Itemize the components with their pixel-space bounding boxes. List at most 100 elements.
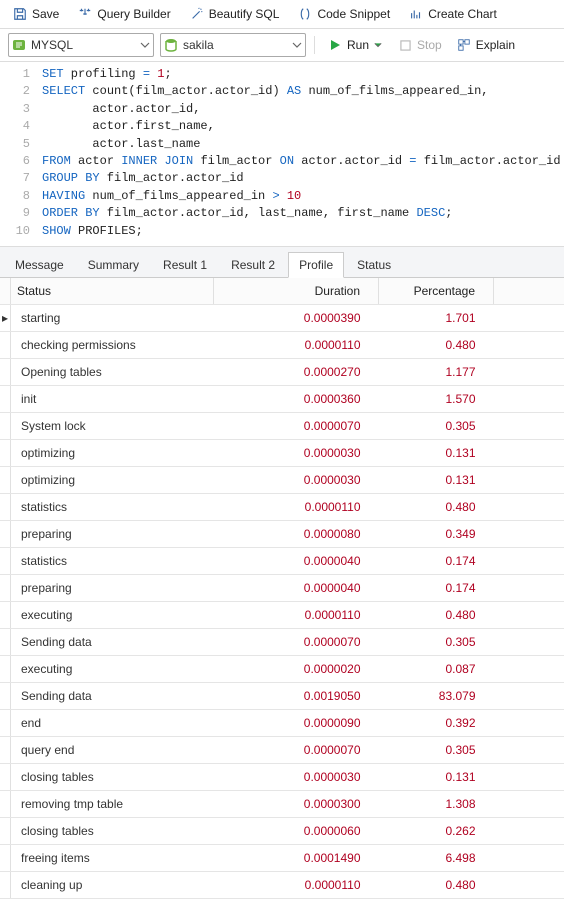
row-selector[interactable]: ▸: [0, 304, 11, 331]
row-selector[interactable]: [0, 628, 11, 655]
cell-status: closing tables: [11, 817, 214, 844]
connection-value: MYSQL: [29, 38, 137, 52]
table-row[interactable]: preparing0.00000800.349: [0, 520, 564, 547]
row-selector[interactable]: [0, 574, 11, 601]
col-percentage[interactable]: Percentage: [379, 278, 494, 305]
cell-percentage: 0.174: [379, 574, 494, 601]
table-row[interactable]: statistics0.00001100.480: [0, 493, 564, 520]
table-row[interactable]: optimizing0.00000300.131: [0, 439, 564, 466]
cell-status: System lock: [11, 412, 214, 439]
row-selector[interactable]: [0, 736, 11, 763]
row-selector[interactable]: [0, 439, 11, 466]
database-select[interactable]: sakila: [160, 33, 306, 57]
col-duration[interactable]: Duration: [214, 278, 379, 305]
row-selector[interactable]: [0, 817, 11, 844]
row-selector[interactable]: [0, 763, 11, 790]
table-row[interactable]: statistics0.00000400.174: [0, 547, 564, 574]
table-row[interactable]: executing0.00000200.087: [0, 655, 564, 682]
create-chart-button[interactable]: Create Chart: [404, 4, 501, 24]
row-selector[interactable]: [0, 385, 11, 412]
tab-profile[interactable]: Profile: [288, 252, 344, 278]
save-button[interactable]: Save: [8, 4, 63, 24]
chevron-down-icon: [289, 40, 305, 50]
row-selector[interactable]: [0, 601, 11, 628]
table-row[interactable]: query end0.00000700.305: [0, 736, 564, 763]
cell-percentage: 83.079: [379, 682, 494, 709]
row-selector[interactable]: [0, 331, 11, 358]
tab-result-1[interactable]: Result 1: [152, 252, 218, 277]
explain-button[interactable]: Explain: [452, 35, 519, 55]
code-token: actor: [71, 154, 121, 168]
table-row[interactable]: optimizing0.00000300.131: [0, 466, 564, 493]
table-row[interactable]: preparing0.00000400.174: [0, 574, 564, 601]
row-selector[interactable]: [0, 412, 11, 439]
table-row[interactable]: closing tables0.00000300.131: [0, 763, 564, 790]
tab-summary[interactable]: Summary: [77, 252, 150, 277]
table-row[interactable]: Sending data0.001905083.079: [0, 682, 564, 709]
cell-percentage: 0.305: [379, 412, 494, 439]
code-token: ORDER BY: [42, 206, 100, 220]
tab-status[interactable]: Status: [346, 252, 402, 277]
line-number: 1: [0, 66, 42, 83]
cell-status: optimizing: [11, 466, 214, 493]
tab-result-2[interactable]: Result 2: [220, 252, 286, 277]
row-selector[interactable]: [0, 871, 11, 898]
cell-spacer: [494, 304, 564, 331]
row-selector[interactable]: [0, 844, 11, 871]
cell-status: removing tmp table: [11, 790, 214, 817]
tab-message[interactable]: Message: [4, 252, 75, 277]
cell-duration: 0.0000110: [214, 601, 379, 628]
cell-duration: 0.0000110: [214, 331, 379, 358]
code-snippet-button[interactable]: Code Snippet: [293, 4, 394, 24]
table-row[interactable]: init0.00003601.570: [0, 385, 564, 412]
table-header-row: Status Duration Percentage: [0, 278, 564, 305]
beautify-label: Beautify SQL: [209, 7, 280, 21]
connection-select[interactable]: MYSQL: [8, 33, 154, 57]
row-selector[interactable]: [0, 466, 11, 493]
stop-label: Stop: [417, 38, 442, 52]
line-number: 2: [0, 83, 42, 100]
cell-duration: 0.0019050: [214, 682, 379, 709]
table-row[interactable]: Sending data0.00000700.305: [0, 628, 564, 655]
row-selector[interactable]: [0, 682, 11, 709]
cell-duration: 0.0000040: [214, 574, 379, 601]
row-selector[interactable]: [0, 655, 11, 682]
main-toolbar: Save Query Builder Beautify SQL Code Sni…: [0, 0, 564, 29]
table-row[interactable]: end0.00000900.392: [0, 709, 564, 736]
table-row[interactable]: freeing items0.00014906.498: [0, 844, 564, 871]
beautify-button[interactable]: Beautify SQL: [185, 4, 284, 24]
line-number: 3: [0, 101, 42, 118]
code-token: [280, 189, 287, 203]
table-row[interactable]: executing0.00001100.480: [0, 601, 564, 628]
row-selector[interactable]: [0, 709, 11, 736]
code-token: film_actor: [193, 154, 279, 168]
code-token: DESC: [416, 206, 445, 220]
cell-percentage: 0.305: [379, 736, 494, 763]
row-selector[interactable]: [0, 790, 11, 817]
code-token: 10: [287, 189, 301, 203]
row-selector[interactable]: [0, 358, 11, 385]
row-selector-header: [0, 278, 11, 305]
query-builder-button[interactable]: Query Builder: [73, 4, 174, 24]
table-row[interactable]: Opening tables0.00002701.177: [0, 358, 564, 385]
table-row[interactable]: ▸starting0.00003901.701: [0, 304, 564, 331]
sql-editor[interactable]: 1SET profiling = 1;2SELECT count(film_ac…: [0, 62, 564, 247]
col-status[interactable]: Status: [11, 278, 214, 305]
row-selector[interactable]: [0, 547, 11, 574]
table-row[interactable]: System lock0.00000700.305: [0, 412, 564, 439]
row-selector[interactable]: [0, 493, 11, 520]
run-button[interactable]: Run: [323, 35, 387, 55]
cell-percentage: 0.131: [379, 466, 494, 493]
table-row[interactable]: removing tmp table0.00003001.308: [0, 790, 564, 817]
table-row[interactable]: cleaning up0.00001100.480: [0, 871, 564, 898]
table-row[interactable]: checking permissions0.00001100.480: [0, 331, 564, 358]
row-selector[interactable]: [0, 520, 11, 547]
line-number: 5: [0, 136, 42, 153]
code-token: HAVING: [42, 189, 85, 203]
cell-spacer: [494, 709, 564, 736]
cell-duration: 0.0000040: [214, 547, 379, 574]
cell-status: init: [11, 385, 214, 412]
table-row[interactable]: closing tables0.00000600.262: [0, 817, 564, 844]
stop-button[interactable]: Stop: [393, 35, 446, 55]
cell-duration: 0.0000060: [214, 817, 379, 844]
